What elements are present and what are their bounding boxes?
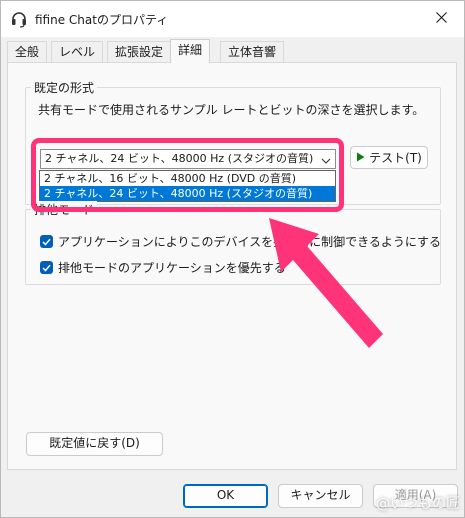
properties-window: fifine Chatのプロパティ 全般 レベル 拡張設定 詳細 立体音響 既定… [0,0,465,518]
headset-icon [11,10,27,28]
restore-defaults-button[interactable]: 既定値に戻す(D) [26,432,163,456]
tab-levels[interactable]: レベル [51,41,104,62]
give-priority-row[interactable]: 排他モードのアプリケーションを優先する [40,259,286,276]
close-icon [435,12,447,26]
ok-button[interactable]: OK [183,484,268,508]
format-dropdown-list: 2 チャネル、16 ビット、48000 Hz (DVD の音質) 2 チャネル、… [39,170,336,202]
tab-advanced[interactable]: 詳細 [170,39,211,63]
pointer-arrow-icon [269,218,383,348]
default-format-legend: 既定の形式 [31,79,98,96]
close-button[interactable] [418,1,464,37]
give-priority-checkbox[interactable] [40,261,53,274]
tab-enhancements[interactable]: 拡張設定 [107,41,172,62]
test-button[interactable]: テスト(T) [350,146,428,169]
watermark: @いつもの匠 [376,496,460,512]
exclusive-mode-legend: 排他モード [31,201,98,218]
format-combobox-value: 2 チャネル、24 ビット、48000 Hz (スタジオの音質) [45,152,314,165]
tab-general[interactable]: 全般 [7,41,48,62]
give-priority-label: 排他モードのアプリケーションを優先する [58,261,286,275]
test-button-label: テスト(T) [369,150,422,165]
play-icon [356,148,365,168]
window-title: fifine Chatのプロパティ [35,13,169,27]
allow-exclusive-checkbox[interactable] [40,235,53,248]
format-option-dvd[interactable]: 2 チャネル、16 ビット、48000 Hz (DVD の音質) [40,171,335,186]
title-bar: fifine Chatのプロパティ [1,1,464,37]
chevron-down-icon [321,154,331,164]
cancel-button[interactable]: キャンセル [278,484,363,508]
format-combobox[interactable]: 2 チャネル、24 ビット、48000 Hz (スタジオの音質) [40,149,336,169]
format-option-studio[interactable]: 2 チャネル、24 ビット、48000 Hz (スタジオの音質) [40,186,335,201]
default-format-description: 共有モードで使用されるサンプル レートとビットの深さを選択します。 [38,103,425,117]
tab-spatial-sound[interactable]: 立体音響 [220,41,285,62]
